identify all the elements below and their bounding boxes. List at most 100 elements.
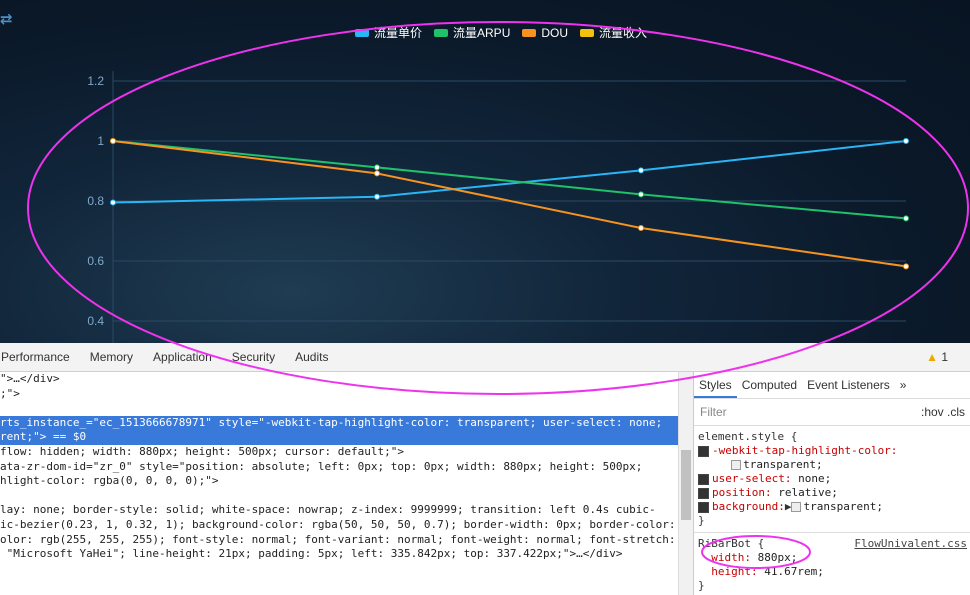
checkbox-icon[interactable] [698, 445, 709, 457]
code-line-1[interactable]: ;"> [0, 387, 678, 402]
prop-name[interactable]: position: [712, 486, 772, 499]
series-0-point-3 [903, 138, 909, 144]
element-style-selector: element.style { [698, 430, 798, 443]
prop-name[interactable]: width: [711, 551, 751, 564]
line-chart: 1.2 1 0.8 0.6 0.4 [87, 71, 909, 343]
code-line-6[interactable]: ata-zr-dom-id="zr_0" style="position: ab… [0, 460, 678, 475]
code-line-5[interactable]: flow: hidden; width: 880px; height: 500p… [0, 445, 678, 460]
elements-tree[interactable]: ">…</div> ;"> rts_instance_="ec_15136666… [0, 372, 678, 595]
devtools-panel: Performance Memory Application Security … [0, 343, 970, 595]
prop-name[interactable]: height: [711, 565, 757, 578]
y-tick-label-0: 1.2 [87, 74, 104, 88]
tab-computed[interactable]: Computed [737, 378, 802, 392]
series-line-2 [112, 140, 907, 268]
legend-label-3: 流量收入 [599, 26, 648, 40]
y-tick-label-4: 0.4 [87, 314, 104, 328]
ribarbot-header: RiBarBot { FlowUnivalent.css [698, 537, 967, 551]
style-prop-1[interactable]: user-select: none; [698, 472, 967, 486]
legend-label-2: DOU [541, 25, 569, 40]
prop-value[interactable]: 41.67rem; [764, 565, 824, 578]
styles-tabs: Styles Computed Event Listeners » [694, 372, 970, 399]
legend-item-3[interactable]: 流量收入 [580, 24, 647, 41]
filter-input[interactable]: Filter [700, 405, 727, 419]
warning-counter[interactable]: ▲ 1 [926, 350, 948, 364]
styles-pane: Styles Computed Event Listeners » Filter… [693, 372, 970, 595]
series-2-point-2 [638, 225, 644, 231]
chart-panel: ⇄ 1.2 1 0.8 0.6 0.4 流量单价 流量ARPU DOU 流量收入 [0, 0, 970, 343]
style-prop-2[interactable]: position: relative; [698, 486, 967, 500]
tab-application[interactable]: Application [143, 350, 222, 364]
ribarbot-rule: RiBarBot { FlowUnivalent.css width: 880px… [694, 532, 970, 595]
series-0-point-0 [110, 199, 116, 206]
prop-value[interactable]: transparent; [743, 458, 822, 471]
tab-event-listeners[interactable]: Event Listeners [802, 378, 895, 392]
y-tick-label-2: 0.8 [87, 194, 104, 208]
rule2-prop-0[interactable]: width: 880px; [698, 551, 967, 565]
series-0-point-1 [374, 193, 380, 200]
scroll-thumb[interactable] [681, 450, 691, 520]
warning-icon: ▲ [926, 350, 938, 364]
legend-label-0: 流量单价 [374, 26, 423, 40]
tab-performance[interactable]: Performance [0, 350, 80, 364]
prop-name[interactable]: user-select: [712, 472, 791, 485]
code-line-12[interactable]: "Microsoft YaHei"; line-height: 21px; pa… [0, 547, 678, 562]
color-swatch-icon[interactable] [791, 502, 802, 512]
series-1-point-1 [374, 164, 380, 171]
checkbox-icon[interactable] [698, 501, 709, 513]
rule2-prop-1[interactable]: height: 41.67rem; [698, 565, 967, 579]
rule-selector: RiBarBot { [698, 537, 765, 550]
series-1-point-3 [903, 215, 909, 222]
style-prop-0[interactable]: -webkit-tap-highlight-color: [698, 444, 967, 458]
prop-value[interactable]: none; [798, 472, 831, 485]
series-1-point-2 [638, 191, 644, 198]
prop-name[interactable]: background: [712, 500, 785, 513]
series-2-point-3 [903, 263, 909, 270]
prop-value[interactable]: relative; [778, 486, 838, 499]
more-tabs-icon[interactable]: » [895, 378, 912, 392]
style-prop-0-value[interactable]: transparent; [698, 458, 967, 472]
rule2-close: } [698, 579, 705, 592]
code-line-9[interactable]: lay: none; border-style: solid; white-sp… [0, 503, 678, 518]
tab-security[interactable]: Security [222, 350, 285, 364]
style-prop-3[interactable]: background:▶ transparent; [698, 500, 967, 514]
legend-swatch-2 [522, 28, 537, 37]
y-tick-label-1: 1 [97, 134, 104, 148]
code-line-0[interactable]: ">…</div> [0, 372, 678, 387]
prop-value[interactable]: 880px; [758, 551, 798, 564]
tab-styles[interactable]: Styles [694, 372, 737, 398]
warning-count: 1 [941, 350, 948, 364]
series-0-point-2 [638, 167, 644, 174]
color-swatch-icon[interactable] [731, 460, 742, 470]
legend-item-0[interactable]: 流量单价 [355, 24, 422, 41]
tab-audits[interactable]: Audits [285, 350, 338, 364]
prop-value[interactable]: transparent; [803, 500, 882, 513]
series-line-0 [112, 140, 907, 204]
legend-swatch-1 [434, 28, 449, 37]
hov-cls-toggles[interactable]: :hov .cls [921, 405, 965, 419]
tab-memory[interactable]: Memory [80, 350, 143, 364]
code-line-selected-3[interactable]: rts_instance_="ec_1513666678971" style="… [0, 415, 678, 431]
y-tick-label-3: 0.6 [87, 254, 104, 268]
legend-item-1[interactable]: 流量ARPU [434, 24, 510, 41]
legend-swatch-0 [355, 28, 369, 37]
code-line-10[interactable]: ic-bezier(0.23, 1, 0.32, 1); background-… [0, 518, 678, 533]
code-line-11[interactable]: olor: rgb(255, 255, 255); font-style: no… [0, 533, 678, 548]
series-2-point-1 [374, 170, 380, 177]
elements-scrollbar[interactable] [678, 372, 693, 595]
legend-label-1: 流量ARPU [453, 26, 511, 40]
legend-item-2[interactable]: DOU [522, 24, 568, 41]
devtools-tabbar: Performance Memory Application Security … [0, 343, 970, 372]
legend-swatch-3 [580, 28, 595, 37]
source-link[interactable]: FlowUnivalent.css [854, 537, 967, 551]
checkbox-icon[interactable] [698, 473, 709, 485]
styles-filter[interactable]: Filter :hov .cls [694, 399, 970, 426]
checkbox-icon[interactable] [698, 487, 709, 499]
series-2-point-0 [110, 138, 116, 144]
code-line-selected-4[interactable]: rent;"> == $0 [0, 430, 678, 445]
element-style-rule: element.style { -webkit-tap-highlight-co… [694, 426, 970, 532]
prop-name[interactable]: -webkit-tap-highlight-color: [712, 444, 897, 457]
code-line-7[interactable]: hlight-color: rgba(0, 0, 0, 0);"> [0, 474, 678, 489]
chart-legend: 流量单价 流量ARPU DOU 流量收入 [355, 24, 647, 41]
